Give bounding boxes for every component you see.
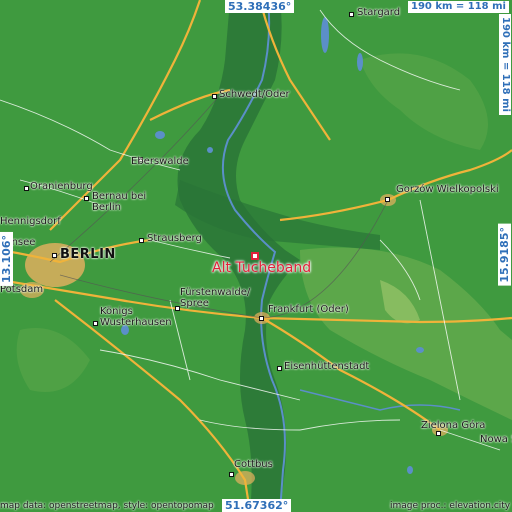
place-frankfurt: Frankfurt (Oder) — [268, 304, 349, 315]
strausberg-marker — [139, 238, 144, 243]
scale-vertical: 190 km = 118 mi — [499, 14, 511, 115]
konigs-marker — [93, 321, 98, 326]
place-berlin: BERLIN — [60, 247, 116, 262]
cottbus-marker — [229, 472, 234, 477]
place-gorzow: Gorzów Wielkopolski — [396, 184, 499, 195]
target-label: Alt Tucheband — [212, 260, 312, 276]
place-stargard: Stargard — [357, 7, 401, 18]
place-furstenwalde: Fürstenwalde/ Spree — [180, 287, 251, 309]
oranienburg-marker — [24, 186, 29, 191]
schwedt-marker — [212, 94, 217, 99]
place-strausberg: Strausberg — [147, 233, 202, 244]
place-konigs: Königs Wusterhausen — [100, 306, 172, 328]
stargard-marker — [349, 12, 354, 17]
coord-east: 15.9185° — [498, 224, 511, 286]
eisenhuttenstadt-marker — [277, 366, 282, 371]
coord-west: 13.106° — [0, 232, 13, 286]
zielona-marker — [436, 431, 441, 436]
place-bernau: Bernau bei Berlin — [92, 191, 147, 213]
bernau-marker — [84, 196, 89, 201]
place-zielona: Zielona Góra — [421, 420, 486, 431]
credit-map-data: map data: openstreetmap, style: opentopo… — [0, 501, 214, 511]
place-hennigsdorf: Hennigsdorf — [0, 216, 61, 227]
place-cottbus: Cottbus — [234, 459, 273, 470]
place-oranienburg: Oranienburg — [30, 181, 93, 192]
berlin-marker — [52, 253, 57, 258]
coord-north: 53.38436° — [225, 0, 295, 13]
place-eberswalde: Eberswalde — [131, 156, 189, 167]
map-viewport[interactable]: Alt Tucheband Stargard Schwedt/Oder Eber… — [0, 0, 512, 512]
gorzow-marker — [385, 197, 390, 202]
target-marker[interactable] — [251, 252, 259, 260]
place-schwedt: Schwedt/Oder — [219, 89, 290, 100]
scale-horizontal: 190 km = 118 mi — [408, 1, 509, 13]
coord-south: 51.67362° — [222, 499, 292, 512]
credit-image-proc: image proc.: elevation.city — [390, 501, 511, 511]
place-eisenhuttenstadt: Eisenhüttenstadt — [284, 361, 370, 372]
frankfurt-marker — [259, 316, 264, 321]
place-nowa: Nowa S — [480, 434, 512, 445]
